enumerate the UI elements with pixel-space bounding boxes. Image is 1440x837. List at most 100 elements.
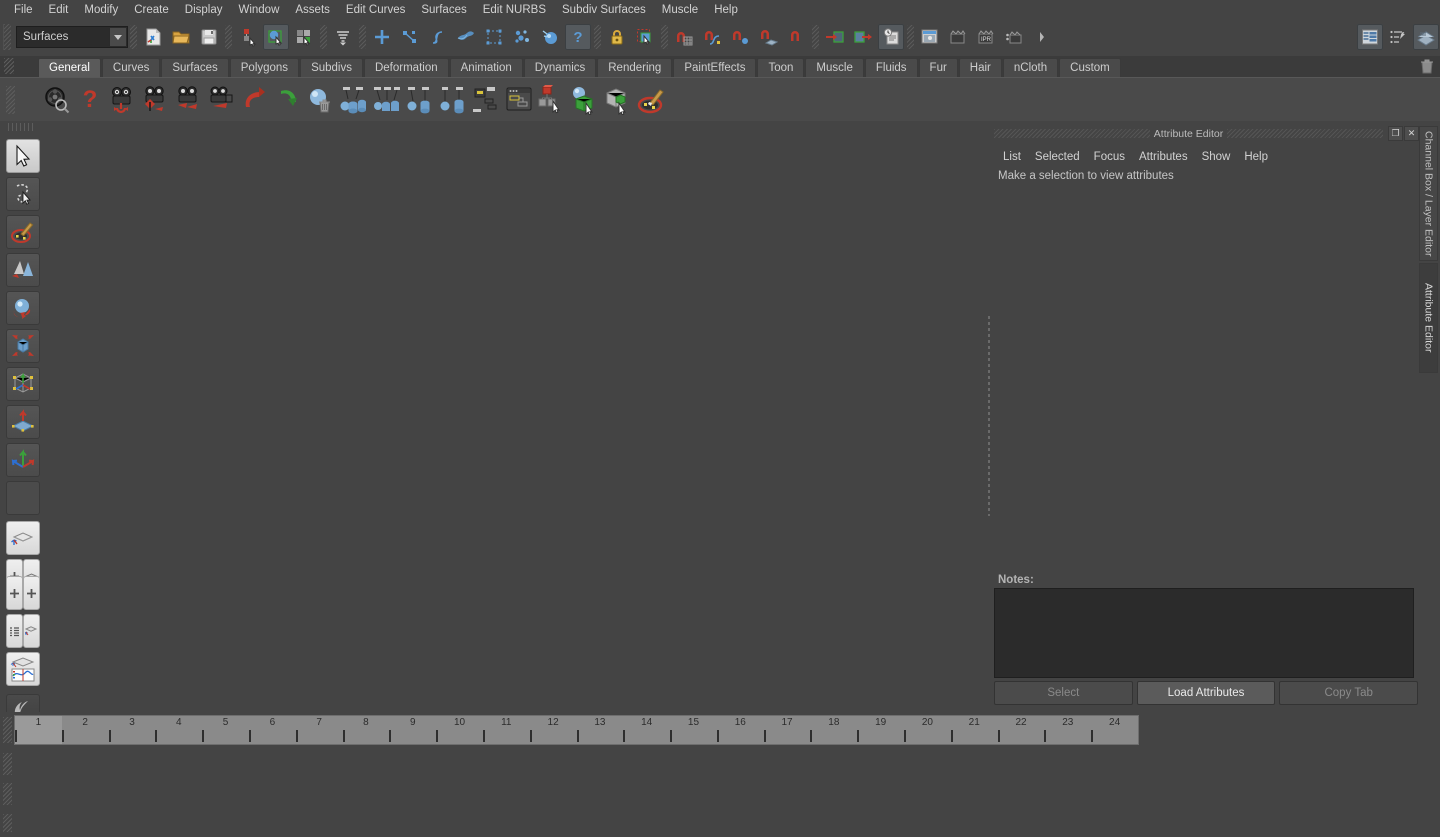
ae-menu-help[interactable]: Help: [1237, 148, 1275, 166]
misc-mask-icon[interactable]: ?: [565, 24, 591, 50]
scale-tool[interactable]: [6, 329, 40, 363]
command-line-grip[interactable]: [3, 783, 12, 805]
menu-help[interactable]: Help: [706, 1, 746, 19]
group-icon[interactable]: [568, 83, 601, 117]
shelf-tab-ncloth[interactable]: nCloth: [1002, 58, 1059, 77]
shelf-tab-curves[interactable]: Curves: [101, 58, 161, 77]
new-scene-icon[interactable]: [140, 24, 166, 50]
surfaces-mask-icon[interactable]: [453, 24, 479, 50]
input-connections-icon[interactable]: [822, 24, 848, 50]
shelf-tab-muscle[interactable]: Muscle: [805, 58, 864, 77]
snap-viewplane-icon[interactable]: [783, 24, 809, 50]
redo-arrow-icon[interactable]: [271, 83, 304, 117]
show-manipulator-tool[interactable]: [6, 443, 40, 477]
outliner-persp-layout-a[interactable]: [6, 614, 23, 648]
toolbox-grip[interactable]: [8, 123, 36, 131]
menu-set-dropdown[interactable]: Surfaces: [16, 26, 128, 48]
snap-plane-icon[interactable]: [755, 24, 781, 50]
statusline-grip[interactable]: [3, 24, 11, 50]
render-settings-icon[interactable]: [1001, 24, 1027, 50]
four-view-layout-d[interactable]: [23, 576, 40, 610]
construction-history-icon[interactable]: [878, 24, 904, 50]
close-icon[interactable]: ✕: [1404, 126, 1420, 141]
ae-menu-focus[interactable]: Focus: [1087, 148, 1132, 166]
shelf-tab-hair[interactable]: Hair: [958, 58, 1002, 77]
snap-curve-icon[interactable]: [699, 24, 725, 50]
paint-select-tool[interactable]: [6, 215, 40, 249]
dynamics-mask-icon[interactable]: [509, 24, 535, 50]
delete-history-icon[interactable]: [304, 83, 337, 117]
camera-stereo-icon[interactable]: [205, 83, 238, 117]
vtab-attribute-editor[interactable]: Attribute Editor: [1419, 263, 1438, 373]
rotate-tool[interactable]: [6, 291, 40, 325]
open-scene-icon[interactable]: [168, 24, 194, 50]
single-perspective-layout[interactable]: [6, 521, 40, 555]
paint-palette-icon[interactable]: [634, 83, 667, 117]
menu-file[interactable]: File: [6, 1, 41, 19]
joints-mask-icon[interactable]: [397, 24, 423, 50]
notes-textarea[interactable]: [994, 588, 1414, 678]
script-editor-icon[interactable]: [502, 83, 535, 117]
snap-grid-icon[interactable]: [671, 24, 697, 50]
select-button[interactable]: Select: [994, 681, 1133, 705]
shelf-tab-painteffects[interactable]: PaintEffects: [673, 58, 757, 77]
shelf-tabs-grip[interactable]: [4, 58, 14, 74]
help-line-grip[interactable]: [3, 814, 12, 832]
deformations-mask-icon[interactable]: [481, 24, 507, 50]
viewport-panel[interactable]: [44, 121, 988, 712]
duplicate-icon[interactable]: [601, 83, 634, 117]
selection-mask-menu-icon[interactable]: [330, 24, 356, 50]
camera-anchor-icon[interactable]: [106, 83, 139, 117]
camera-aim-icon[interactable]: [139, 83, 172, 117]
shelf-tab-general[interactable]: General: [38, 58, 101, 77]
ipr-render-icon[interactable]: IPR: [973, 24, 999, 50]
menu-edit-nurbs[interactable]: Edit NURBS: [475, 1, 554, 19]
shelf-tab-custom[interactable]: Custom: [1059, 58, 1121, 77]
last-tool-used[interactable]: [6, 481, 40, 515]
menu-window[interactable]: Window: [230, 1, 287, 19]
shelf-trash-icon[interactable]: [1420, 59, 1434, 74]
show-hide-tool-settings-icon[interactable]: [1385, 24, 1411, 50]
rendering-mask-icon[interactable]: [537, 24, 563, 50]
range-slider-grip[interactable]: [3, 753, 12, 775]
node-network-b-icon[interactable]: [403, 83, 436, 117]
shelf-tab-subdivs[interactable]: Subdivs: [300, 58, 363, 77]
copy-tab-button[interactable]: Copy Tab: [1279, 681, 1419, 705]
time-slider-track[interactable]: 1 2 3 4 5 6 7 8 9 10 11 12 13 14 15 16 17 18 19 20 21 22 23 24: [14, 715, 1139, 745]
menu-edit[interactable]: Edit: [41, 1, 77, 19]
question-mark-icon[interactable]: ?: [73, 83, 106, 117]
menu-create[interactable]: Create: [126, 1, 177, 19]
chevron-down-icon[interactable]: [109, 28, 126, 46]
handles-mask-icon[interactable]: [369, 24, 395, 50]
restore-icon[interactable]: ❐: [1388, 126, 1404, 141]
node-network-d-icon[interactable]: [469, 83, 502, 117]
render-sequence-icon[interactable]: [945, 24, 971, 50]
time-slider-grip[interactable]: [3, 717, 12, 743]
universal-manipulator-tool[interactable]: [6, 367, 40, 401]
load-attributes-button[interactable]: Load Attributes: [1136, 681, 1276, 705]
menu-display[interactable]: Display: [177, 1, 231, 19]
lasso-tool[interactable]: [6, 177, 40, 211]
shelf-tab-polygons[interactable]: Polygons: [229, 58, 300, 77]
outliner-persp-layout-b[interactable]: [23, 614, 40, 648]
lock-icon[interactable]: [604, 24, 630, 50]
parent-icon[interactable]: [535, 83, 568, 117]
highlight-selection-icon[interactable]: [632, 24, 658, 50]
persp-graph-layout[interactable]: [6, 652, 40, 686]
ae-menu-attributes[interactable]: Attributes: [1132, 148, 1195, 166]
shelf-tab-toon[interactable]: Toon: [757, 58, 805, 77]
menu-assets[interactable]: Assets: [287, 1, 338, 19]
hypergraph-connect-icon[interactable]: [337, 83, 370, 117]
film-reel-magnifier-icon[interactable]: [40, 83, 73, 117]
menu-surfaces[interactable]: Surfaces: [413, 1, 474, 19]
show-hide-attribute-editor-icon[interactable]: [1413, 24, 1439, 50]
show-hide-channel-box-icon[interactable]: [1357, 24, 1383, 50]
four-view-layout-c[interactable]: [6, 576, 23, 610]
attribute-editor-titlebar[interactable]: Attribute Editor ❐ ✕: [990, 126, 1420, 141]
statusline-overflow-icon[interactable]: [1029, 24, 1055, 50]
move-tool[interactable]: [6, 253, 40, 287]
undo-arrow-icon[interactable]: [238, 83, 271, 117]
node-network-c-icon[interactable]: [436, 83, 469, 117]
shelf-tab-surfaces[interactable]: Surfaces: [161, 58, 229, 77]
render-current-frame-icon[interactable]: [917, 24, 943, 50]
